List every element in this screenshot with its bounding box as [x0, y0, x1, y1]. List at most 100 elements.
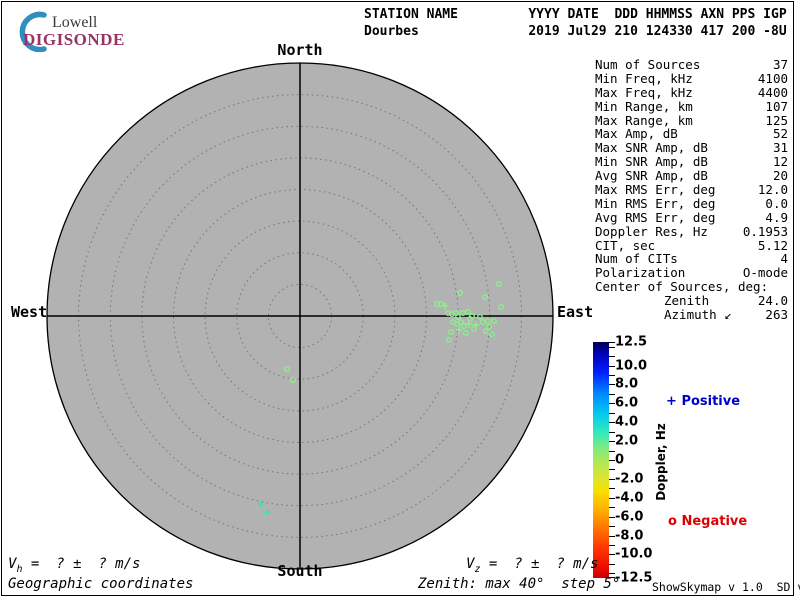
zenith-range-note: Zenith: max 40° step 5°	[418, 576, 620, 592]
vertical-velocity-readout: Vz = ? ± ? m/s	[466, 556, 598, 575]
colorbar-tick-label: 10.0	[615, 358, 647, 373]
stats-value: 4100	[758, 72, 788, 86]
header-column-labels: STATION NAME YYYY DATE DDD HHMMSS AXN PP…	[364, 7, 787, 23]
colorbar-tick-label: 0	[615, 453, 624, 468]
colorbar-tick-label: 6.0	[615, 396, 638, 411]
stats-label: Max Range, km	[595, 114, 693, 128]
horizontal-velocity-readout: Vh = ? ± ? m/s	[8, 556, 140, 575]
stats-label: Max RMS Err, deg	[595, 183, 715, 197]
colorbar-tick-label: -2.0	[615, 471, 643, 486]
stats-value: 24.0	[758, 294, 788, 308]
compass-south-label: South	[277, 562, 322, 580]
compass-east-label: East	[557, 303, 593, 321]
stats-row: CIT, sec 5.12	[595, 239, 788, 253]
stats-row: Avg RMS Err, deg 4.9	[595, 211, 788, 225]
colorbar-tick	[609, 526, 615, 527]
stats-value: 4	[780, 252, 788, 266]
colorbar-tick	[609, 545, 615, 546]
colorbar-tick-label: -12.5	[615, 571, 652, 586]
stats-value: O-mode	[743, 266, 788, 280]
colorbar-tick-label: -8.0	[615, 528, 643, 543]
stats-label: Min SNR Amp, dB	[595, 155, 708, 169]
stats-label: Num of Sources	[595, 58, 700, 72]
stats-value: 4.9	[765, 211, 788, 225]
stats-value: 5.12	[758, 239, 788, 253]
stats-row: Doppler Res, Hz 0.1953	[595, 225, 788, 239]
stats-value: 37	[773, 58, 788, 72]
colorbar-tick	[609, 413, 615, 414]
colorbar-tick-label: 2.0	[615, 434, 638, 449]
colorbar-tick-label: -10.0	[615, 547, 652, 562]
stats-value: 52	[773, 127, 788, 141]
stats-label: Min Freq, kHz	[595, 72, 693, 86]
stats-row: Num of Sources 37	[595, 58, 788, 72]
colorbar-tick-label: -4.0	[615, 490, 643, 505]
colorbar-tick-label: 4.0	[615, 415, 638, 430]
stats-label: Num of CITs	[595, 252, 678, 266]
colorbar-tick	[609, 432, 615, 433]
coordinates-mode-label: Geographic coordinates	[8, 576, 193, 592]
stats-value: 107	[765, 100, 788, 114]
colorbar-tick	[609, 564, 615, 565]
colorbar-axis-label: Doppler, Hz	[654, 423, 668, 501]
stats-label: Doppler Res, Hz	[595, 225, 708, 239]
colorbar-tick	[609, 451, 615, 452]
stats-value: 31	[773, 141, 788, 155]
stats-value: 125	[765, 114, 788, 128]
compass-north-label: North	[277, 41, 322, 59]
legend-positive-label: Positive	[681, 394, 740, 409]
colorbar-tick	[609, 375, 615, 376]
statistics-panel: Num of Sources37Min Freq, kHz4100Max Fre…	[595, 58, 788, 322]
lowell-digisonde-logo: Lowell DIGISONDE	[8, 6, 158, 50]
stats-row: Azimuth ↙ 263	[595, 308, 788, 322]
stats-row: Zenith 24.0	[595, 294, 788, 308]
stats-value: 12.0	[758, 183, 788, 197]
legend-negative: o Negative	[668, 514, 747, 529]
stats-value: 0.1953	[743, 225, 788, 239]
stats-label: CIT, sec	[595, 239, 655, 253]
colorbar-tick	[609, 488, 615, 489]
header-station-values: Dourbes 2019 Jul29 210 124330 417 200 -8…	[364, 24, 787, 40]
stats-row: Center of Sources, deg:	[595, 280, 788, 294]
stats-value: 20	[773, 169, 788, 183]
stats-row: Max Range, km 125	[595, 114, 788, 128]
stats-row: Min Freq, kHz 4100	[595, 72, 788, 86]
legend-positive: + Positive	[666, 394, 740, 409]
stats-row: Polarization O-mode	[595, 266, 788, 280]
stats-label: Avg SNR Amp, dB	[595, 169, 708, 183]
stats-row: Min Range, km107	[595, 100, 788, 114]
stats-label: Max Amp, dB	[595, 127, 678, 141]
stats-row: Min RMS Err, deg 0.0	[595, 197, 788, 211]
stats-label: Azimuth ↙	[595, 308, 732, 322]
stats-label: Polarization	[595, 266, 685, 280]
compass-west-label: West	[11, 303, 47, 321]
stats-value: 263	[765, 308, 788, 322]
stats-row: Min SNR Amp, dB 12	[595, 155, 788, 169]
colorbar-tick	[609, 356, 615, 357]
stats-label: Min RMS Err, deg	[595, 197, 715, 211]
legend-negative-label: Negative	[681, 514, 747, 529]
stats-row: Num of CITs 4	[595, 252, 788, 266]
stats-label: Avg RMS Err, deg	[595, 211, 715, 225]
stats-label: Max SNR Amp, dB	[595, 141, 708, 155]
plus-symbol-icon: +	[666, 394, 677, 409]
stats-value: 12	[773, 155, 788, 169]
stats-row: Max SNR Amp, dB 31	[595, 141, 788, 155]
colorbar-tick	[609, 507, 615, 508]
doppler-colorbar: 12.510.08.06.04.02.00-2.0-4.0-6.0-8.0-10…	[593, 342, 609, 578]
stats-label: Center of Sources, deg:	[595, 280, 768, 294]
colorbar-tick-label: 12.5	[615, 335, 647, 350]
stats-row: Avg SNR Amp, dB 20	[595, 169, 788, 183]
stats-value: 0.0	[765, 197, 788, 211]
colorbar-tick-label: 8.0	[615, 377, 638, 392]
circle-symbol-icon: o	[668, 514, 677, 529]
logo-digisonde-text: DIGISONDE	[23, 30, 125, 50]
colorbar-tick	[609, 469, 615, 470]
colorbar-tick-label: -6.0	[615, 509, 643, 524]
stats-label: Max Freq, kHz	[595, 86, 693, 100]
stats-label: Zenith	[595, 294, 709, 308]
stats-row: Max Amp, dB 52	[595, 127, 788, 141]
version-label: ShowSkymap v 1.0 SD v 5.1	[652, 580, 800, 594]
stats-row: Max Freq, kHz4400	[595, 86, 788, 100]
colorbar-tick	[609, 394, 615, 395]
